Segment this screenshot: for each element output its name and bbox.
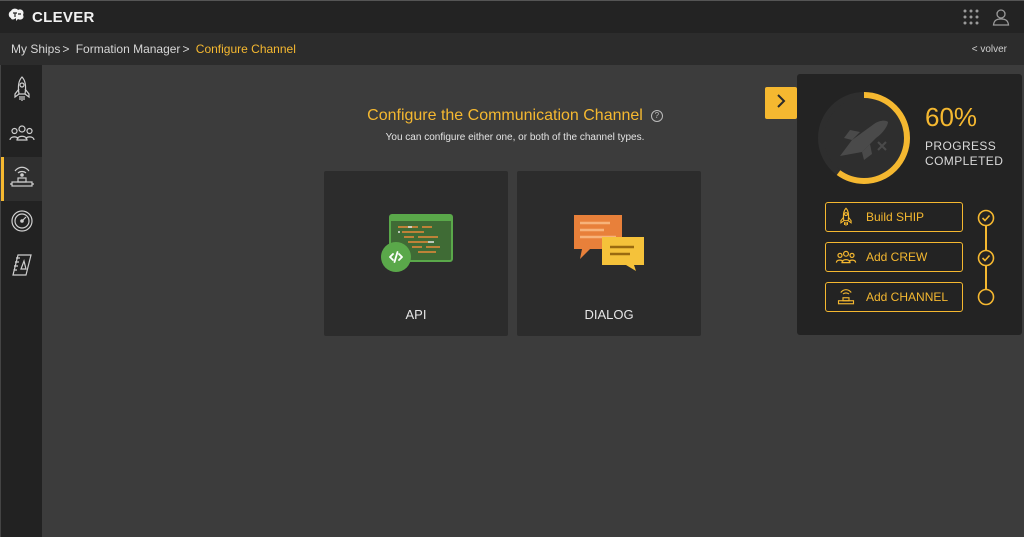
rocket-icon: [826, 207, 866, 227]
crew-icon: [826, 249, 866, 265]
progress-label-line2: COMPLETED: [925, 154, 1004, 168]
breadcrumb: My Ships > Formation Manager > Configure C…: [11, 42, 296, 56]
dialog-channel-card[interactable]: DIALOG: [517, 171, 701, 336]
breadcrumb-my-ships[interactable]: My Ships: [11, 42, 60, 56]
brand[interactable]: CLEVER: [8, 8, 95, 27]
breadcrumb-configure-channel: Configure Channel: [195, 42, 296, 56]
api-code-icon: [378, 213, 454, 280]
progress-label: PROGRESS COMPLETED: [925, 139, 1003, 169]
page-title: Configure the Communication Channel: [367, 107, 643, 124]
user-profile-icon[interactable]: [992, 8, 1010, 31]
progress-ring: [816, 90, 912, 191]
sidebar-item-ship[interactable]: [1, 69, 42, 113]
gauge-icon: [10, 209, 34, 238]
help-icon[interactable]: ?: [650, 110, 663, 122]
sidebar-item-dashboard[interactable]: [1, 201, 42, 245]
breadcrumb-separator: >: [62, 42, 70, 56]
notebook-icon: [11, 253, 33, 282]
channel-icon: [9, 165, 35, 194]
progress-percent: 60%: [925, 102, 978, 132]
rocket-icon: [11, 75, 33, 107]
api-card-label: API: [405, 307, 427, 322]
breadcrumb-bar: My Ships > Formation Manager > Configure C…: [0, 33, 1024, 65]
panel-toggle-button[interactable]: [765, 87, 797, 119]
sidebar-item-channel[interactable]: [1, 157, 42, 201]
crew-icon: [8, 123, 35, 148]
add-channel-button[interactable]: Add CHANNEL: [825, 282, 963, 312]
api-channel-card[interactable]: API: [324, 171, 508, 336]
dialog-bubbles-icon: [572, 213, 646, 276]
sidebar-item-crew[interactable]: [1, 113, 42, 157]
breadcrumb-formation-manager[interactable]: Formation Manager: [76, 42, 181, 56]
progress-panel: 60% PROGRESS COMPLETED Build SHIP Add CR…: [797, 74, 1022, 335]
add-channel-label: Add CHANNEL: [866, 290, 949, 304]
build-ship-label: Build SHIP: [866, 210, 925, 224]
sidebar-item-logbook[interactable]: [1, 245, 42, 289]
add-crew-label: Add CREW: [866, 250, 928, 264]
step-done-check-icon: [977, 209, 995, 227]
apps-grid-icon[interactable]: [962, 8, 980, 31]
step-done-check-icon: [977, 249, 995, 267]
progress-label-line1: PROGRESS: [925, 139, 997, 153]
app-window: CLEVER My Ships > Formation Manager > Co…: [0, 0, 1024, 537]
breadcrumb-separator: >: [182, 42, 190, 56]
top-bar: CLEVER: [0, 0, 1024, 33]
dialog-card-label: DIALOG: [584, 307, 634, 322]
build-ship-button[interactable]: Build SHIP: [825, 202, 963, 232]
brain-logo-icon: [8, 8, 26, 27]
sidebar: [0, 65, 42, 537]
app-name: CLEVER: [32, 9, 95, 26]
channel-icon: [826, 288, 866, 306]
back-link[interactable]: < volver: [972, 44, 1007, 55]
step-pending-circle-icon: [977, 288, 995, 306]
chevron-right-icon: [775, 93, 787, 113]
add-crew-button[interactable]: Add CREW: [825, 242, 963, 272]
